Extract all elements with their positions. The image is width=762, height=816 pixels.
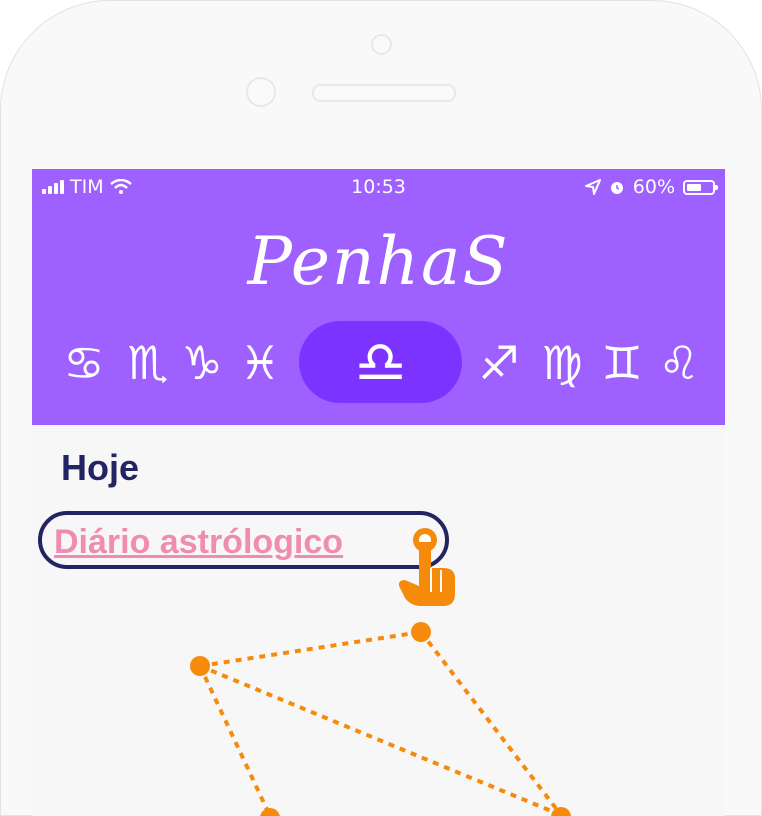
zodiac-sign-leo[interactable]: ♌ [649,333,709,393]
zodiac-sign-libra[interactable]: ♎ [299,321,462,403]
battery-fill [687,183,701,191]
app-header: TIM 10:53 60% PenhaS ♋ ♏ ♑ ♓ ♎ ♐ ♍ ♊ ♌ [32,169,725,425]
app-screen: TIM 10:53 60% PenhaS ♋ ♏ ♑ ♓ ♎ ♐ ♍ ♊ ♌ H… [32,169,725,816]
proximity-sensor [246,77,276,107]
zodiac-sign-gemini[interactable]: ♊ [592,333,652,393]
main-content: Hoje Diário astrólogico [32,425,725,816]
zodiac-sign-sagittarius[interactable]: ♐ [469,333,529,393]
zodiac-sign-cancer[interactable]: ♋ [54,333,114,393]
phone-frame: TIM 10:53 60% PenhaS ♋ ♏ ♑ ♓ ♎ ♐ ♍ ♊ ♌ H… [0,0,762,816]
front-camera [371,34,392,55]
zodiac-selector: ♋ ♏ ♑ ♓ ♎ ♐ ♍ ♊ ♌ [32,321,725,405]
app-logo: PenhaS [247,223,510,300]
status-right-group: 60% [584,176,718,198]
zodiac-sign-virgo[interactable]: ♍ [532,333,592,393]
zodiac-sign-scorpio[interactable]: ♏ [118,333,178,393]
zodiac-sign-capricorn[interactable]: ♑ [172,333,232,393]
battery-percent: 60% [632,176,675,198]
earpiece-speaker [312,84,456,102]
zodiac-sign-pisces[interactable]: ♓ [230,333,290,393]
alarm-icon [610,182,623,194]
status-bar: TIM 10:53 60% [32,169,725,205]
battery-icon [683,179,718,195]
libra-constellation-icon [190,622,571,816]
location-icon [584,179,601,195]
